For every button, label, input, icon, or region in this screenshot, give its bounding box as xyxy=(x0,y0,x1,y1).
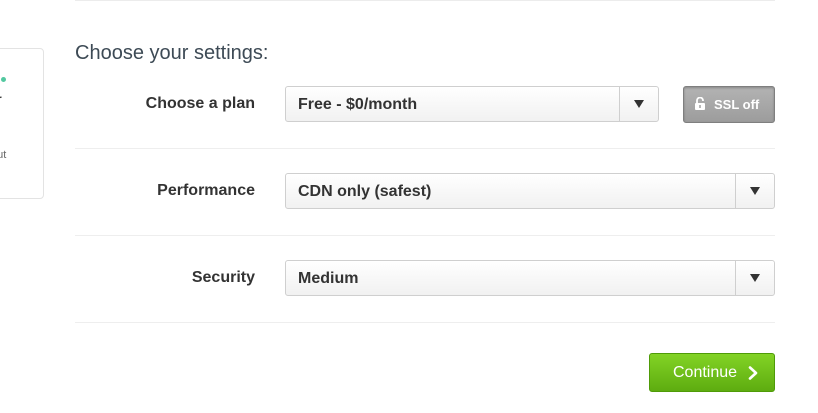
chevron-right-icon xyxy=(748,366,758,380)
performance-select[interactable]: CDN only (safest) xyxy=(285,173,775,209)
plan-select[interactable]: Free - $0/month xyxy=(285,86,659,122)
top-divider xyxy=(75,0,775,1)
security-select-value: Medium xyxy=(298,270,359,287)
security-label: Security xyxy=(191,269,255,286)
chevron-down-icon xyxy=(634,100,644,108)
performance-label: Performance xyxy=(157,182,255,199)
plan-select-dropdown-button[interactable] xyxy=(619,87,658,121)
side-card-text-1: r xyxy=(0,92,2,106)
status-dot-icon xyxy=(1,77,6,82)
plan-select-value: Free - $0/month xyxy=(298,96,418,113)
continue-button-label: Continue xyxy=(673,364,738,381)
side-card-text-2: out xyxy=(0,149,7,161)
ssl-button-label: SSL off xyxy=(714,97,760,112)
ssl-toggle-button[interactable]: SSL off xyxy=(683,86,775,123)
security-select-dropdown-button[interactable] xyxy=(735,261,774,295)
unlock-icon xyxy=(695,97,705,110)
performance-select-value: CDN only (safest) xyxy=(298,183,432,200)
continue-button[interactable]: Continue xyxy=(649,353,775,392)
row-divider xyxy=(75,148,775,149)
performance-select-dropdown-button[interactable] xyxy=(735,174,774,208)
plan-label: Choose a plan xyxy=(145,95,255,112)
row-divider xyxy=(75,235,775,236)
chevron-down-icon xyxy=(750,187,760,195)
chevron-down-icon xyxy=(750,274,760,282)
side-info-card: r out t. xyxy=(0,48,44,199)
settings-title: Choose your settings: xyxy=(75,42,269,64)
row-divider xyxy=(75,322,775,323)
security-select[interactable]: Medium xyxy=(285,260,775,296)
